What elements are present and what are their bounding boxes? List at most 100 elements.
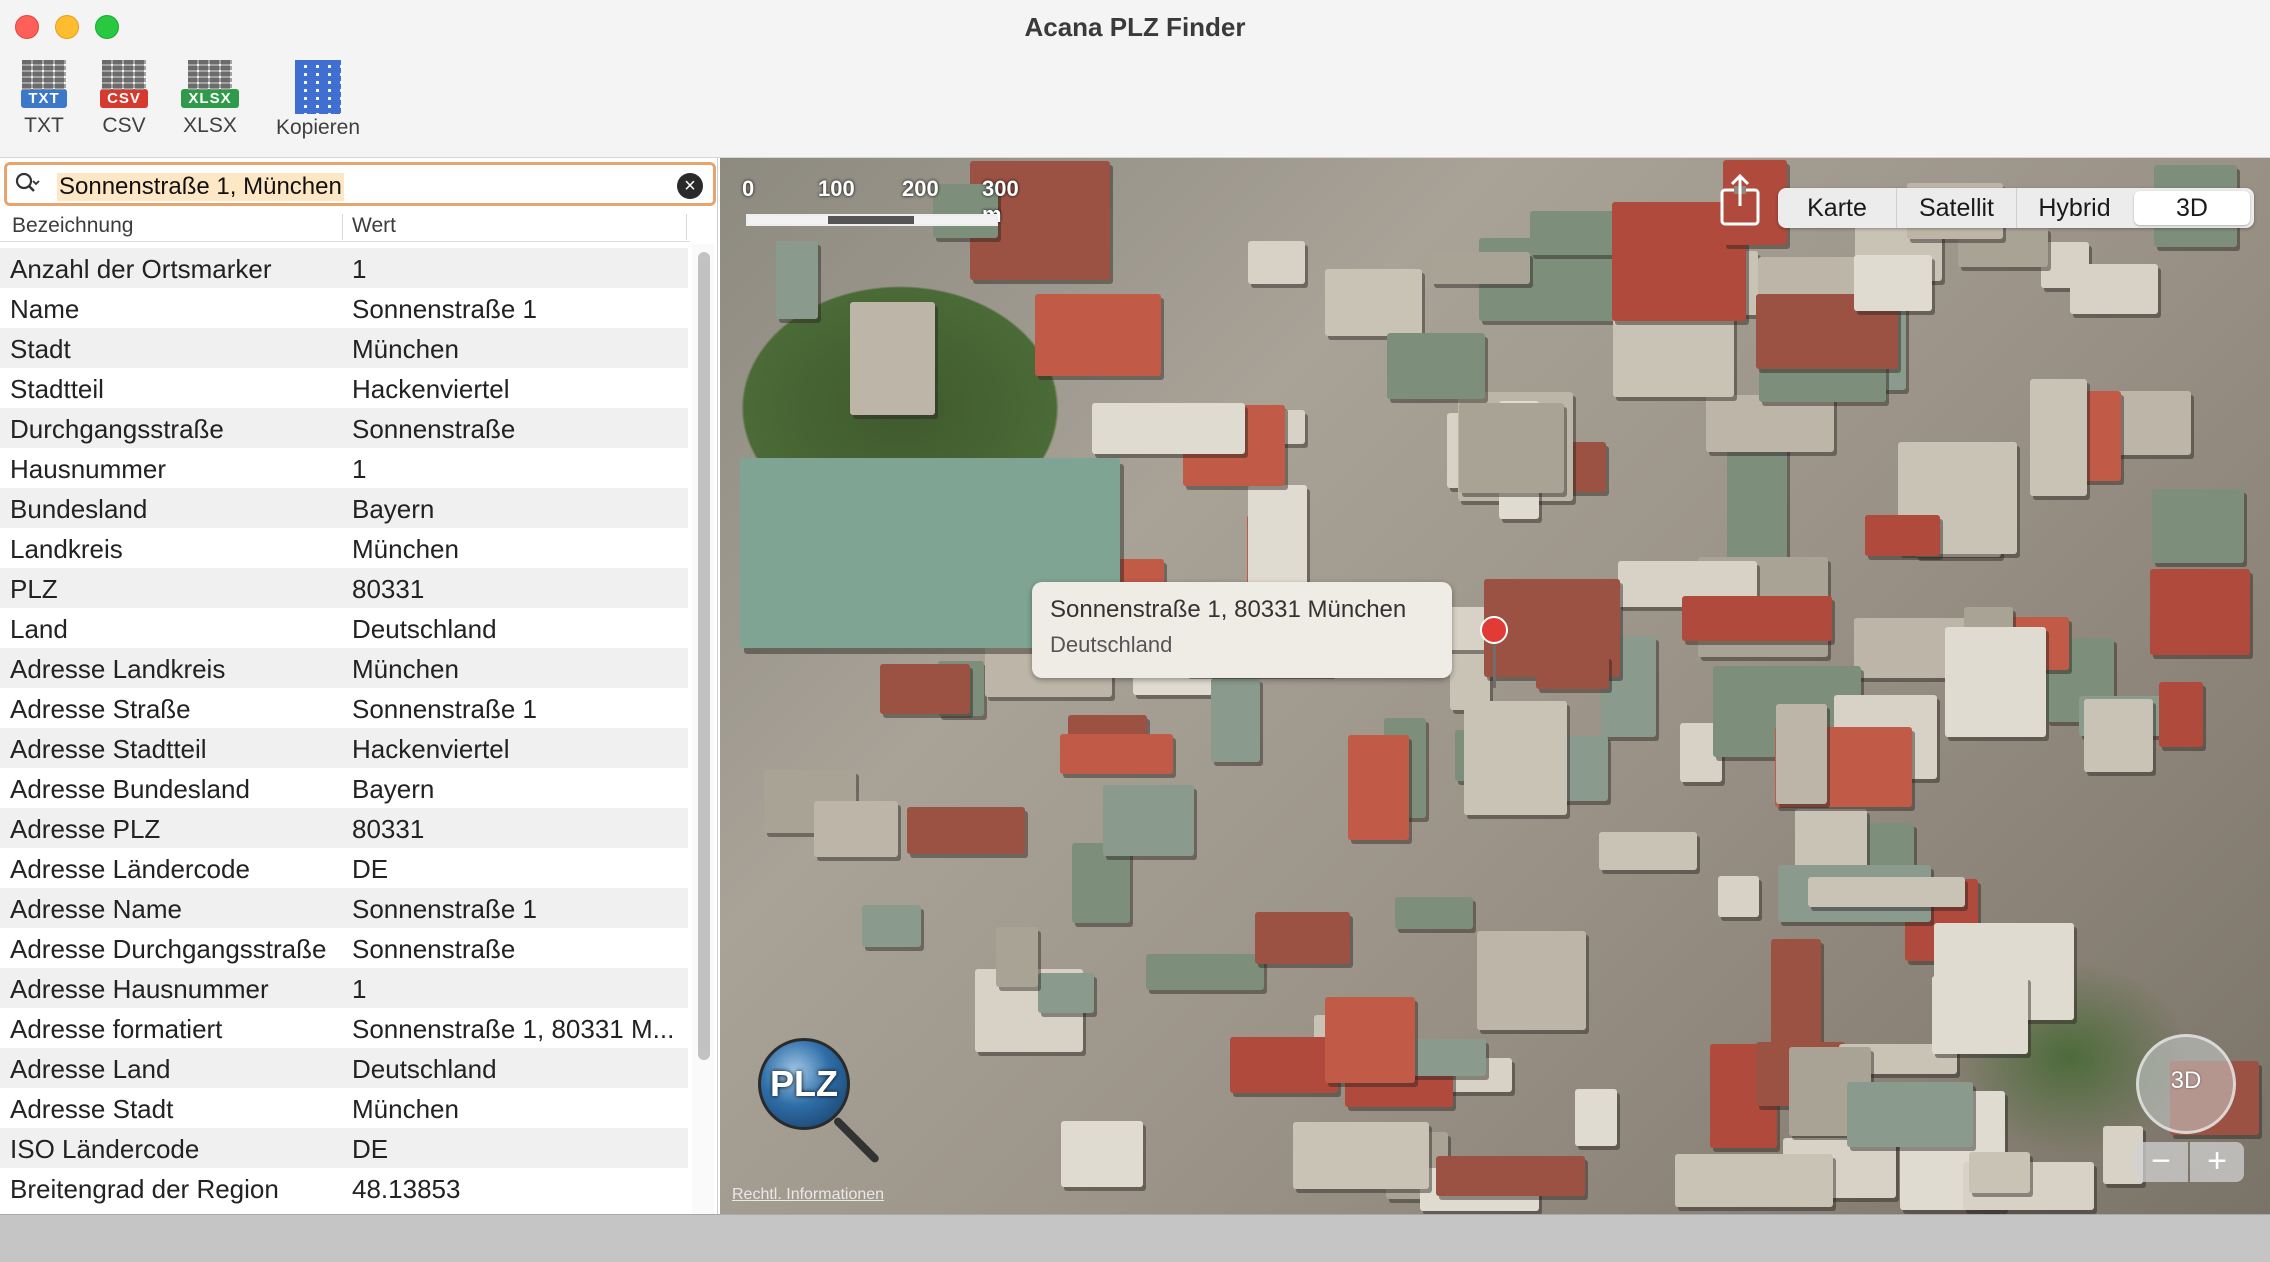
table-row[interactable]: Stadtteil Hackenviertel (0, 368, 688, 408)
export-csv-button[interactable]: CSV CSV (94, 60, 154, 138)
table-row[interactable]: Adresse Name Sonnenstraße 1 (0, 888, 688, 928)
search-field[interactable]: Sonnenstraße 1, München × (4, 162, 716, 206)
table-row[interactable]: Hausnummer 1 (0, 448, 688, 488)
table-row[interactable]: Adresse PLZ 80331 (0, 808, 688, 848)
row-label: Breitengrad der Region (10, 1174, 279, 1204)
map-view[interactable]: 0 100 200 300 m Karte Satellit Hybrid 3D… (720, 158, 2270, 1214)
row-label: Land (10, 614, 68, 644)
table-row[interactable]: Adresse Bundesland Bayern (0, 768, 688, 808)
export-txt-label: TXT (24, 114, 64, 137)
building (2152, 489, 2244, 563)
row-label: ISO Ländercode (10, 1134, 200, 1164)
legal-link[interactable]: Rechtl. Informationen (732, 1186, 884, 1204)
map-type-hybrid[interactable]: Hybrid (2016, 188, 2132, 228)
table-row[interactable]: Durchgangsstraße Sonnenstraße (0, 408, 688, 448)
building (1854, 255, 1932, 311)
table-row[interactable]: Adresse Land Deutschland (0, 1048, 688, 1088)
row-value: Deutschland (352, 1054, 497, 1084)
row-label: Adresse Durchgangsstraße (10, 934, 327, 964)
row-label: Bundesland (10, 494, 148, 524)
table-row[interactable]: Adresse Ländercode DE (0, 848, 688, 888)
column-header-bezeichnung[interactable]: Bezeichnung (12, 214, 133, 238)
building (1530, 211, 1625, 255)
building (1061, 1121, 1143, 1187)
map-pin-icon[interactable] (1480, 616, 1508, 644)
row-value: 1 (352, 254, 367, 284)
clear-search-icon[interactable]: × (677, 173, 703, 199)
building (2070, 264, 2158, 314)
row-label: Adresse Landkreis (10, 654, 226, 684)
building (1248, 485, 1307, 597)
column-header-wert[interactable]: Wert (352, 214, 396, 238)
table-row[interactable]: Anzahl der Ortsmarker 1 (0, 248, 688, 288)
building (880, 664, 970, 714)
table-row[interactable]: Name Sonnenstraße 1 (0, 288, 688, 328)
building (1387, 333, 1485, 399)
map-type-satellit[interactable]: Satellit (1896, 188, 2016, 228)
zoom-in-button[interactable]: + (2190, 1142, 2244, 1182)
zoom-out-button[interactable]: − (2134, 1142, 2188, 1182)
row-value: Sonnenstraße 1 (352, 694, 538, 724)
table-row[interactable]: Landkreis München (0, 528, 688, 568)
scale-label: 200 (902, 176, 939, 201)
table-row[interactable]: PLZ 80331 (0, 568, 688, 608)
table-row[interactable]: Adresse formatiert Sonnenstraße 1, 80331 … (0, 1008, 688, 1048)
row-value: 1 (352, 974, 367, 1004)
building (1599, 832, 1697, 870)
compass-3d-button[interactable]: 3D (2136, 1034, 2236, 1134)
building (1706, 395, 1834, 452)
building (1865, 515, 1940, 556)
building (1459, 403, 1564, 493)
txt-badge: TXT (21, 89, 67, 108)
row-value: Deutschland (352, 614, 497, 644)
table-row[interactable]: Adresse Stadtteil Hackenviertel (0, 728, 688, 768)
building (2084, 699, 2153, 772)
table-row[interactable]: Adresse Landkreis München (0, 648, 688, 688)
building (2150, 569, 2250, 655)
row-value: 48.13853 (352, 1174, 461, 1204)
row-value: München (352, 1094, 459, 1124)
scrollbar-thumb[interactable] (698, 252, 710, 1060)
search-icon[interactable] (15, 172, 41, 196)
plz-logo: PLZ (758, 1038, 850, 1130)
building (1945, 627, 2046, 737)
building (1230, 1037, 1338, 1093)
table-row[interactable]: ISO Ländercode DE (0, 1128, 688, 1168)
building (2115, 391, 2191, 455)
row-label: Anzahl der Ortsmarker (10, 254, 272, 284)
export-txt-button[interactable]: TXT TXT (14, 60, 74, 138)
table-row[interactable]: Adresse Hausnummer 1 (0, 968, 688, 1008)
row-label: Adresse Straße (10, 694, 191, 724)
table-row[interactable]: Land Deutschland (0, 608, 688, 648)
scale-label: 100 (818, 176, 855, 201)
map-type-3d[interactable]: 3D (2134, 191, 2250, 225)
building (862, 905, 921, 947)
row-value: 80331 (352, 574, 425, 604)
location-callout[interactable]: Sonnenstraße 1, 80331 München Deutschlan… (1032, 582, 1452, 678)
building (1932, 976, 2028, 1054)
table-row[interactable]: Adresse Straße Sonnenstraße 1 (0, 688, 688, 728)
row-label: Durchgangsstraße (10, 414, 224, 444)
row-value: Sonnenstraße 1, 80331 M... (352, 1014, 675, 1044)
row-label: Landkreis (10, 534, 123, 564)
building (1038, 973, 1094, 1013)
copy-label: Kopieren (275, 116, 361, 139)
table-row[interactable]: Breitengrad der Region 48.13853 (0, 1168, 688, 1208)
table-row[interactable]: Bundesland Bayern (0, 488, 688, 528)
building (1969, 1152, 2030, 1193)
table-row[interactable]: Adresse Durchgangsstraße Sonnenstraße (0, 928, 688, 968)
callout-country: Deutschland (1050, 632, 1173, 657)
map-type-karte[interactable]: Karte (1778, 188, 1896, 228)
row-label: Adresse Hausnummer (10, 974, 269, 1004)
table-row[interactable]: Adresse Stadt München (0, 1088, 688, 1128)
building (1718, 876, 1759, 917)
building (1255, 912, 1350, 964)
copy-button[interactable]: Kopieren (268, 60, 368, 140)
row-label: PLZ (10, 574, 58, 604)
compass-label: 3D (2170, 1067, 2202, 1094)
table-row[interactable]: Stadt München (0, 328, 688, 368)
row-label: Stadtteil (10, 374, 104, 404)
share-icon[interactable] (1718, 172, 1762, 228)
export-xlsx-button[interactable]: XLSX XLSX (178, 60, 242, 138)
search-input[interactable]: Sonnenstraße 1, München (57, 173, 344, 201)
